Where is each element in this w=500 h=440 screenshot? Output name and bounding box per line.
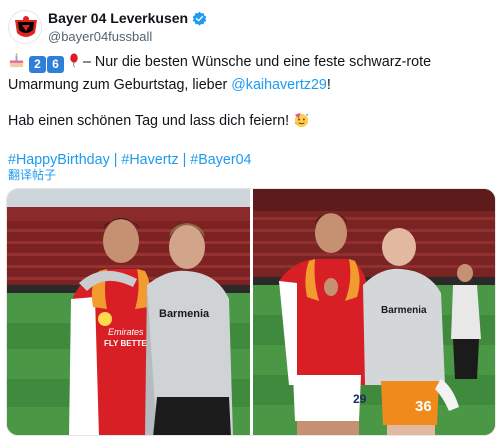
birthday-cake-icon	[8, 52, 25, 75]
hashtag-separator: |	[109, 152, 122, 168]
shorts-number-left: 29	[353, 392, 367, 406]
mention-link[interactable]: @kaihavertz29	[231, 77, 327, 93]
tweet-line-2-prefix: Umarmung zum Geburtstag, lieber	[8, 77, 232, 93]
hashtag-separator: |	[178, 152, 191, 168]
shirt-slogan-text: FLY BETTER	[104, 339, 153, 348]
tweet-line-2-suffix: !	[326, 77, 331, 93]
photo-2[interactable]: 29 Barmenia 36	[253, 189, 495, 435]
digit-badge-2: 2	[28, 56, 46, 73]
digit-badge-6: 6	[46, 56, 64, 73]
account-avatar[interactable]	[8, 10, 42, 44]
tweet-header: Bayer 04 Leverkusen @bayer04fussball	[8, 8, 492, 44]
tweet-line-3: Hab einen schönen Tag und lass dich feie…	[8, 111, 492, 134]
party-face-icon	[293, 111, 310, 134]
balloon-icon	[69, 52, 79, 75]
media-grid: Emirates FLY BETTER Barmenia 29 Barmenia…	[6, 188, 496, 436]
sponsor-text-right: Barmenia	[381, 305, 427, 316]
tweet-body: 26 – Nur die besten Wünsche und eine fes…	[8, 52, 492, 170]
account-display-name[interactable]: Bayer 04 Leverkusen	[48, 10, 188, 26]
hashtag-havertz[interactable]: #Havertz	[121, 152, 178, 168]
hashtag-bayer04[interactable]: #Bayer04	[190, 152, 251, 168]
account-handle[interactable]: @bayer04fussball	[48, 28, 207, 46]
tweet-line-1-text: – Nur die besten Wünsche und eine feste …	[78, 54, 432, 70]
tweet-line-2: Umarmung zum Geburtstag, lieber @kaihave…	[8, 75, 492, 95]
tweet-line-1: 26 – Nur die besten Wünsche und eine fes…	[8, 52, 492, 75]
sponsor-text-left: Barmenia	[159, 308, 210, 320]
verified-badge-icon	[192, 11, 207, 26]
bayer-04-crest-icon	[10, 12, 41, 43]
shirt-brand-text: Emirates	[108, 327, 144, 337]
shorts-number-right: 36	[415, 398, 432, 415]
tweet-line-3-text: Hab einen schönen Tag und lass dich feie…	[8, 113, 294, 129]
translate-post-link[interactable]: 翻译帖子	[8, 166, 56, 183]
photo-1[interactable]: Emirates FLY BETTER Barmenia	[7, 189, 250, 435]
hashtag-line: #HappyBirthday | #Havertz | #Bayer04	[8, 150, 492, 170]
